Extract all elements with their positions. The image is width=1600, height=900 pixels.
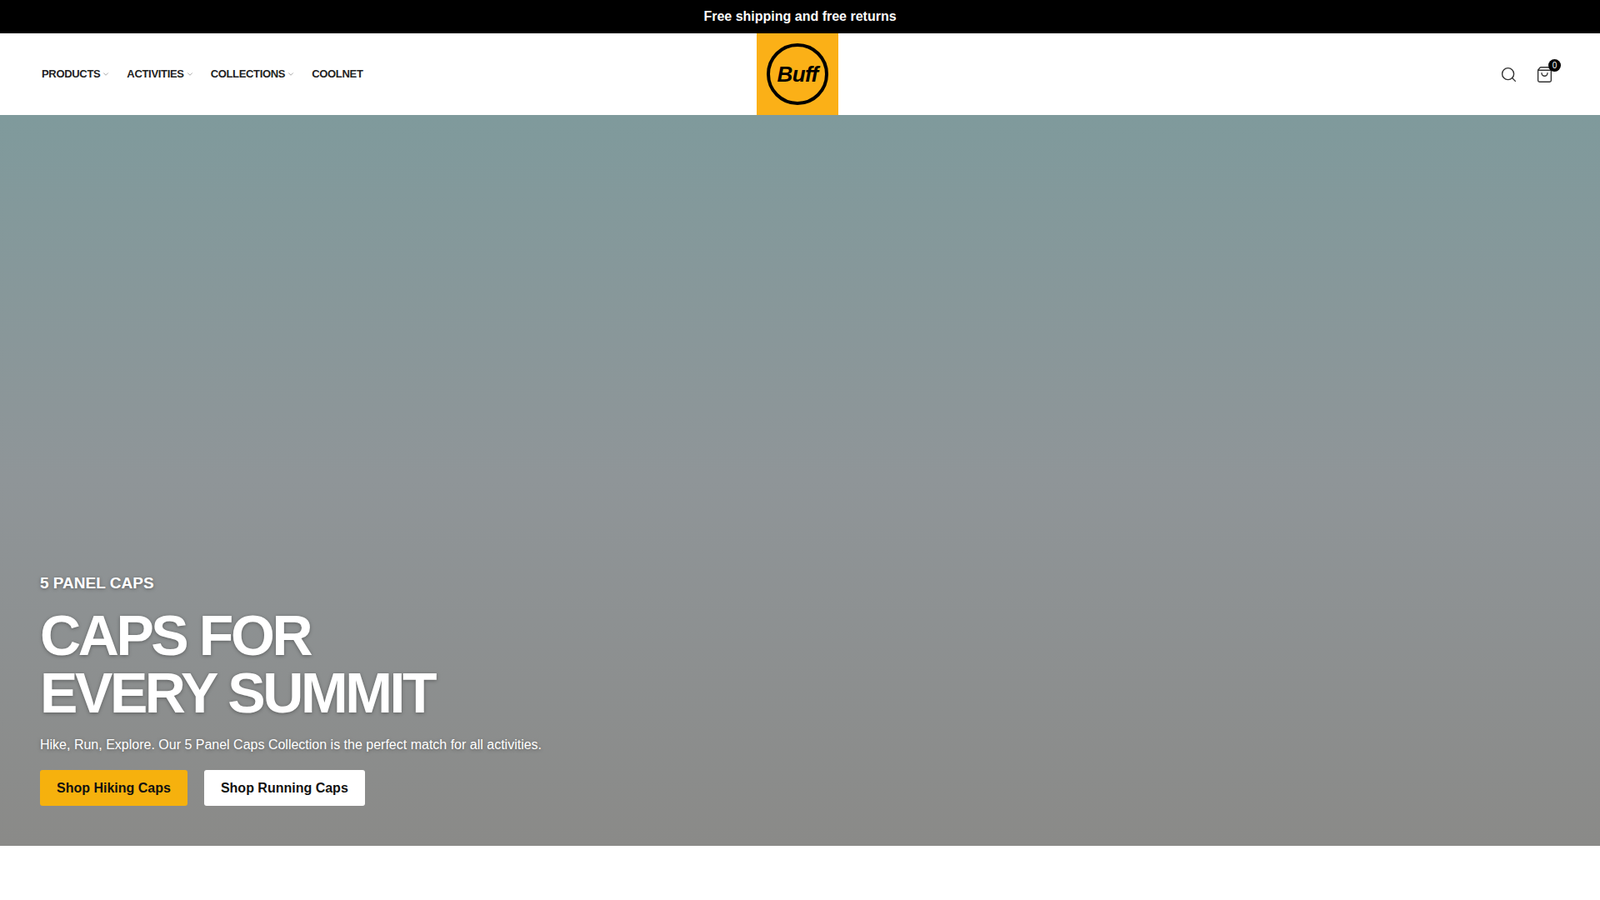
- logo[interactable]: Buff: [756, 33, 839, 115]
- cart-button[interactable]: 0: [1535, 65, 1554, 84]
- logo-circle: Buff: [766, 43, 829, 105]
- hero: 5 PANEL CAPS CAPS FOREVERY SUMMIT Hike, Ru…: [0, 115, 1600, 846]
- nav-item[interactable]: COLLECTIONS: [210, 65, 296, 83]
- hero-button[interactable]: Shop Hiking Caps: [40, 770, 188, 806]
- announcement-text: Free shipping and free returns: [703, 6, 896, 27]
- hero-buttons: Shop Hiking Caps Shop Running Caps: [40, 770, 1560, 806]
- nav-item[interactable]: ACTIVITIES: [126, 65, 194, 83]
- search-icon[interactable]: [1500, 65, 1518, 84]
- hero-heading: CAPS FOREVERY SUMMIT: [40, 606, 1560, 722]
- hero-button[interactable]: Shop Running Caps: [204, 770, 365, 806]
- nav-item[interactable]: COOLNET: [311, 65, 363, 83]
- chevron-down-icon: [185, 70, 195, 79]
- nav-item[interactable]: PRODUCTS: [41, 65, 110, 83]
- hero-eyebrow: 5 PANEL CAPS: [40, 571, 1560, 596]
- cart-count: 0: [1548, 59, 1561, 72]
- chevron-down-icon: [101, 70, 110, 79]
- header: PRODUCTS ACTIVITIES COLLECTIONS COOLNET Buff…: [0, 33, 1600, 115]
- header-actions: 0: [838, 33, 1559, 115]
- hero-content: 5 PANEL CAPS CAPS FOREVERY SUMMIT Hike, Ru…: [40, 571, 1560, 807]
- hero-text: Hike, Run, Explore. Our 5 Panel Caps Col…: [40, 735, 1560, 755]
- chevron-down-icon: [286, 70, 295, 79]
- logo-text: Buff: [777, 63, 819, 85]
- main-nav: PRODUCTS ACTIVITIES COLLECTIONS COOLNET: [41, 33, 757, 115]
- page: Free shipping and free returns PRODUCTS AC…: [0, 0, 1600, 900]
- announcement-bar: Free shipping and free returns: [0, 0, 1600, 34]
